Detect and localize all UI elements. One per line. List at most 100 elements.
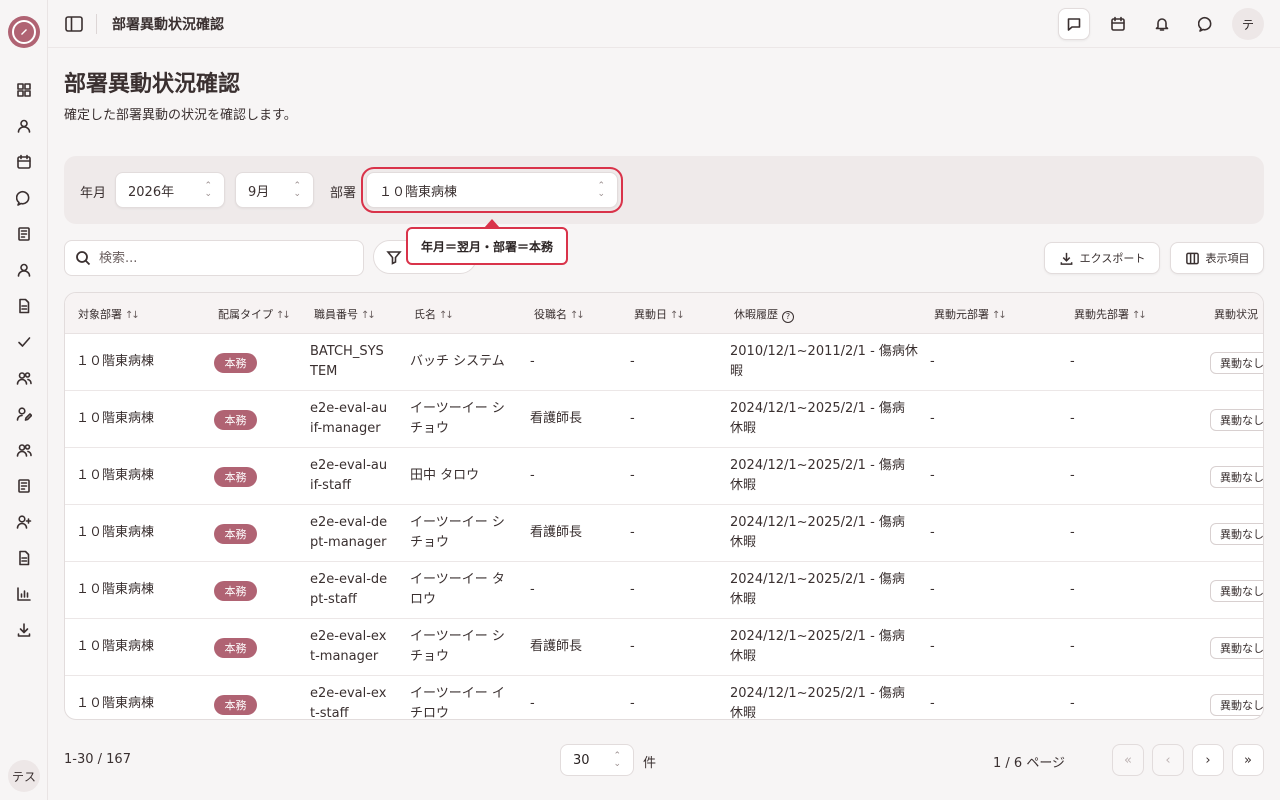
assignment-type-badge: 本務 bbox=[214, 353, 257, 373]
search-input[interactable] bbox=[99, 250, 339, 266]
col-header-id[interactable]: 職員番号 ↑↓ bbox=[314, 306, 376, 322]
cell-name: バッチ システム bbox=[410, 354, 505, 369]
table-row[interactable]: １０階東病棟 e2e-eval-au if-staff 田中 タロウ - - 2024/12… bbox=[65, 448, 1263, 505]
cell-role: 看護師長 bbox=[530, 525, 583, 540]
sidebar: テス bbox=[0, 0, 48, 800]
search-icon bbox=[76, 251, 91, 266]
last-page-button[interactable]: » bbox=[1232, 744, 1264, 776]
cell-name: イーツーイー シチョウ bbox=[410, 401, 505, 436]
cell-name: イーツーイー タロウ bbox=[410, 572, 505, 607]
cell-to: - bbox=[1070, 696, 1075, 711]
compass-icon bbox=[12, 20, 36, 44]
user-plus-icon[interactable] bbox=[14, 512, 34, 532]
month-select[interactable]: 9月 ⌃ ⌄ bbox=[235, 172, 314, 208]
cell-role: - bbox=[530, 696, 535, 711]
sidebar-toggle-icon[interactable] bbox=[64, 14, 84, 34]
transfer-status-badge: 異動なし bbox=[1210, 637, 1263, 659]
assignment-type-badge: 本務 bbox=[214, 695, 257, 715]
col-header-type[interactable]: 配属タイプ ↑↓ bbox=[218, 306, 291, 322]
col-header-date[interactable]: 異動日 ↑↓ bbox=[634, 306, 685, 322]
cell-leave: 2024/12/1~2025/2/1 - 傷病 休暇 bbox=[730, 629, 905, 664]
cell-name: 田中 タロウ bbox=[410, 468, 480, 483]
assignment-type-badge: 本務 bbox=[214, 581, 257, 601]
cell-role: 看護師長 bbox=[530, 639, 583, 654]
calendar-icon[interactable] bbox=[1102, 8, 1134, 40]
col-header-leave: 休暇履歴? bbox=[734, 306, 794, 323]
prev-page-button[interactable]: ‹ bbox=[1152, 744, 1184, 776]
cell-date: - bbox=[630, 468, 635, 483]
cell-dept: １０階東病棟 bbox=[76, 525, 155, 540]
col-header-dept[interactable]: 対象部署 ↑↓ bbox=[78, 306, 140, 322]
cell-from: - bbox=[930, 354, 935, 369]
cell-leave: 2010/12/1~2011/2/1 - 傷病休暇 bbox=[730, 344, 918, 379]
department-select[interactable]: １０階東病棟 ⌃ ⌄ bbox=[361, 167, 623, 213]
table-row[interactable]: １０階東病棟 e2e-eval-de pt-staff イーツーイー タロウ - - 202… bbox=[65, 562, 1263, 619]
chat-bubble-icon[interactable] bbox=[1190, 8, 1222, 40]
app-logo[interactable] bbox=[8, 16, 40, 48]
team-icon[interactable] bbox=[14, 440, 34, 460]
user-edit-icon[interactable] bbox=[14, 404, 34, 424]
col-header-to[interactable]: 異動先部署 ↑↓ bbox=[1074, 306, 1147, 322]
cell-role: - bbox=[530, 468, 535, 483]
department-tooltip: 年月＝翌月・部署＝本務 bbox=[406, 227, 569, 265]
next-page-button[interactable]: › bbox=[1192, 744, 1224, 776]
chevron-updown-icon: ⌃ ⌄ bbox=[204, 181, 212, 199]
check-icon[interactable] bbox=[14, 332, 34, 352]
users-icon[interactable] bbox=[14, 368, 34, 388]
transfer-status-badge: 異動なし bbox=[1210, 580, 1263, 602]
table-row[interactable]: １０階東病棟 e2e-eval-ex t-staff イーツーイー イチロウ - - 202… bbox=[65, 676, 1263, 720]
table-row[interactable]: １０階東病棟 e2e-eval-ex t-manager イーツーイー シチョウ 看護師… bbox=[65, 619, 1263, 676]
columns-label: 表示項目 bbox=[1205, 252, 1250, 265]
assignment-type-badge: 本務 bbox=[214, 410, 257, 430]
table-row[interactable]: １０階東病棟 e2e-eval-au if-manager イーツーイー シチョウ 看護… bbox=[65, 391, 1263, 448]
columns-button[interactable]: 表示項目 bbox=[1170, 242, 1264, 274]
transfer-table: 対象部署 ↑↓ 配属タイプ ↑↓ 職員番号 ↑↓ 氏名 ↑↓ 役職名 ↑↓ 異動日 ↑↓ 休… bbox=[64, 292, 1264, 720]
col-header-from[interactable]: 異動元部署 ↑↓ bbox=[934, 306, 1007, 322]
cell-name: イーツーイー イチロウ bbox=[410, 686, 505, 720]
user-icon[interactable] bbox=[14, 116, 34, 136]
cell-id: e2e-eval-ex t-manager bbox=[310, 629, 387, 664]
page-title: 部署異動状況確認 bbox=[64, 72, 241, 97]
assignment-type-badge: 本務 bbox=[214, 467, 257, 487]
department-label: 部署 bbox=[330, 186, 357, 201]
transfer-status-badge: 異動なし bbox=[1210, 409, 1263, 431]
transfer-status-badge: 異動なし bbox=[1210, 523, 1263, 545]
notebook-icon[interactable] bbox=[14, 476, 34, 496]
top-header: 部署異動状況確認 テ bbox=[48, 0, 1280, 48]
user-avatar[interactable]: テス bbox=[8, 760, 40, 792]
page-size-select[interactable]: 30 ⌃ ⌄ bbox=[560, 744, 634, 776]
chat-icon[interactable] bbox=[14, 188, 34, 208]
transfer-status-badge: 異動なし bbox=[1210, 466, 1263, 488]
calendar-icon[interactable] bbox=[14, 152, 34, 172]
cell-date: - bbox=[630, 411, 635, 426]
cell-from: - bbox=[930, 582, 935, 597]
cell-to: - bbox=[1070, 525, 1075, 540]
table-row[interactable]: １０階東病棟 e2e-eval-de pt-manager イーツーイー シチョウ 看護… bbox=[65, 505, 1263, 562]
person-icon[interactable] bbox=[14, 260, 34, 280]
bell-icon[interactable] bbox=[1146, 8, 1178, 40]
cell-id: e2e-eval-au if-manager bbox=[310, 401, 388, 436]
dashboard-icon[interactable] bbox=[14, 80, 34, 100]
year-month-label: 年月 bbox=[80, 186, 107, 201]
header-divider bbox=[96, 14, 97, 34]
first-page-button[interactable]: « bbox=[1112, 744, 1144, 776]
bar-chart-icon[interactable] bbox=[14, 584, 34, 604]
download-icon[interactable] bbox=[14, 620, 34, 640]
cell-to: - bbox=[1070, 468, 1075, 483]
search-box[interactable] bbox=[64, 240, 364, 276]
chevron-updown-icon: ⌃ ⌄ bbox=[613, 751, 621, 769]
cell-leave: 2024/12/1~2025/2/1 - 傷病 休暇 bbox=[730, 401, 905, 436]
file-text-icon[interactable] bbox=[14, 548, 34, 568]
cell-name: イーツーイー シチョウ bbox=[410, 515, 505, 550]
header-avatar[interactable]: テ bbox=[1232, 8, 1264, 40]
year-select[interactable]: 2026年 ⌃ ⌄ bbox=[115, 172, 225, 208]
document-icon[interactable] bbox=[14, 296, 34, 316]
col-header-name[interactable]: 氏名 ↑↓ bbox=[414, 306, 454, 322]
message-icon[interactable] bbox=[1058, 8, 1090, 40]
cell-id: e2e-eval-de pt-staff bbox=[310, 572, 388, 607]
col-header-status: 異動状況 bbox=[1214, 308, 1258, 321]
book-icon[interactable] bbox=[14, 224, 34, 244]
col-header-role[interactable]: 役職名 ↑↓ bbox=[534, 306, 585, 322]
export-button[interactable]: エクスポート bbox=[1044, 242, 1160, 274]
table-row[interactable]: １０階東病棟 BATCH_SYS TEM バッチ システム - -2010/12/1~20… bbox=[65, 334, 1263, 391]
